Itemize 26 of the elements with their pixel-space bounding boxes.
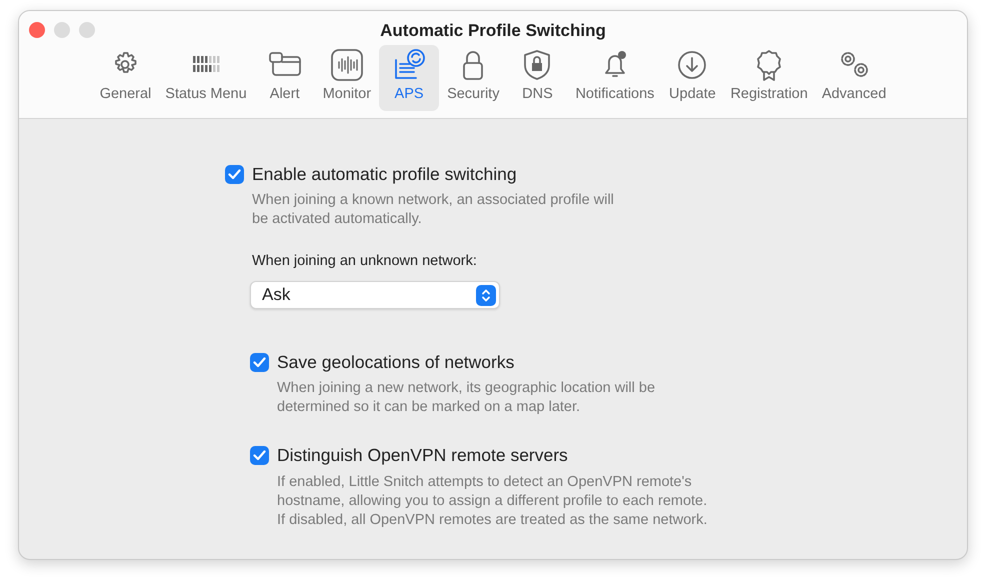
toolbar-tab[interactable]: Advanced: [816, 45, 892, 111]
option-description: When joining a known network, an associated profile will be activated automatically.: [252, 191, 614, 230]
option-label[interactable]: Distinguish OpenVPN remote servers: [277, 442, 568, 468]
chevron-updown-icon: [476, 284, 496, 306]
toolbar-tab[interactable]: Notifications: [569, 45, 660, 111]
option-description: When joining a new network, its geographic location will be determined so it can be marked on a map later.: [277, 379, 656, 418]
waveform-icon: [328, 48, 365, 82]
toolbar-tab[interactable]: General: [94, 45, 158, 111]
checkbox[interactable]: [225, 164, 244, 184]
toolbar-tab[interactable]: Update: [662, 45, 722, 111]
field-label: When joining an unknown network:: [252, 253, 477, 270]
toolbar-tab[interactable]: DNS: [507, 45, 568, 111]
toolbar-tab[interactable]: Security: [441, 45, 506, 111]
checkbox[interactable]: [250, 446, 269, 465]
toolbar-tab[interactable]: Registration: [724, 45, 814, 111]
option-description: If enabled, Little Snitch attempts to detect an OpenVPN remote's hostname, allowing you to assign a different profile to each remote. If disabled, all OpenVPN remotes are treated as the same network.: [277, 472, 708, 530]
toolbar-tab[interactable]: Status Menu: [159, 45, 253, 111]
close-button[interactable]: [29, 22, 45, 38]
checkbox[interactable]: [250, 352, 269, 372]
window-title: Automatic Profile Switching: [380, 21, 606, 40]
option-label[interactable]: Save geolocations of networks: [277, 349, 514, 376]
network-dropdown[interactable]: Ask: [250, 281, 500, 309]
toolbar-tab[interactable]: Alert: [254, 45, 315, 111]
toolbar-tab[interactable]: APS: [379, 45, 440, 111]
option-label[interactable]: Enable automatic profile switching: [252, 161, 517, 188]
toolbar-tab[interactable]: Monitor: [316, 45, 378, 111]
